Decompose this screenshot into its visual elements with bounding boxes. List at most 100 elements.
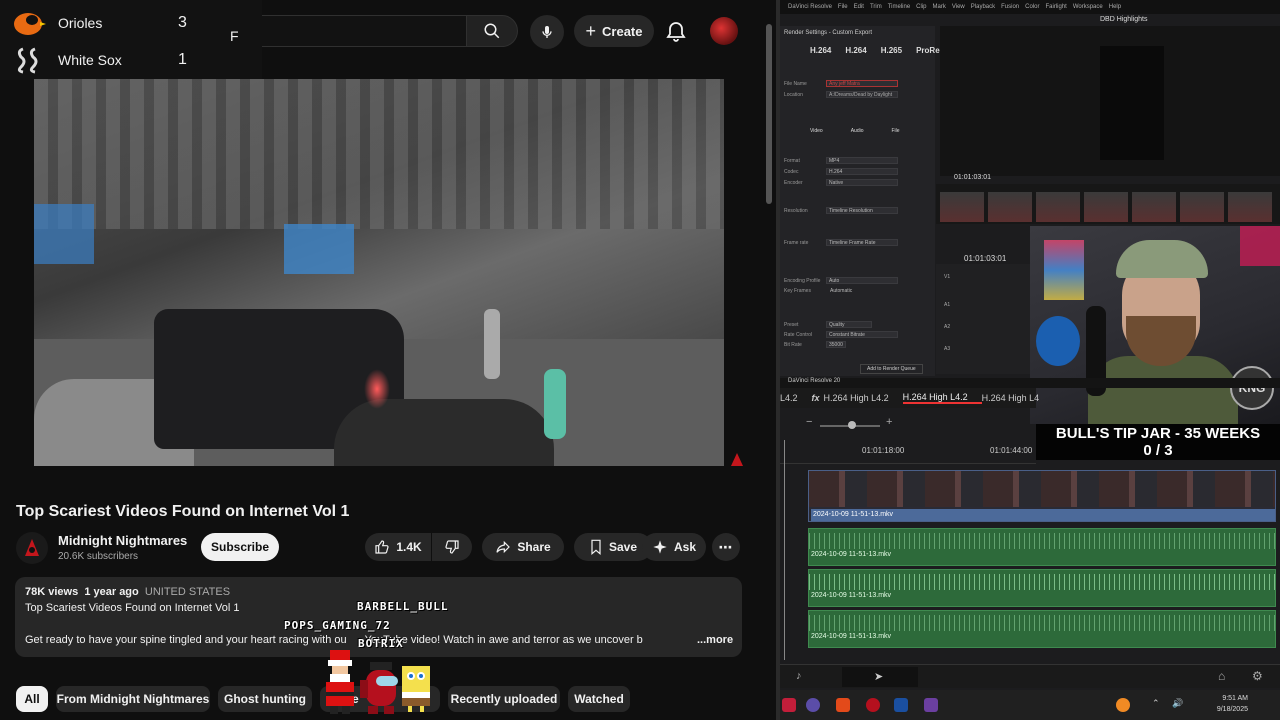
encoder-field[interactable]: Native bbox=[826, 179, 898, 186]
notification-icon[interactable] bbox=[1116, 698, 1130, 712]
menu-item[interactable]: Clip bbox=[916, 4, 926, 10]
chip-watched[interactable]: Watched bbox=[568, 686, 630, 712]
clip-thumbnail[interactable] bbox=[1180, 192, 1224, 222]
account-avatar[interactable] bbox=[710, 17, 738, 45]
video-frame-blue-panel bbox=[34, 204, 94, 264]
codec-field[interactable]: H.264 bbox=[826, 168, 898, 175]
format-field[interactable]: MP4 bbox=[826, 157, 898, 164]
show-more-link[interactable]: ...more bbox=[695, 634, 734, 646]
zoom-in-icon[interactable]: + bbox=[886, 416, 892, 428]
settings-gear-icon[interactable]: ⚙ bbox=[1252, 669, 1263, 683]
more-actions-button[interactable]: ⋯ bbox=[712, 533, 740, 561]
codec-label-selected[interactable]: H.264 High L4.2 bbox=[902, 392, 982, 404]
search-input[interactable] bbox=[250, 15, 466, 47]
audio-clip[interactable]: 2024-10-09 11-51-13.mkv bbox=[808, 610, 1276, 648]
preset-tab[interactable]: H.264 bbox=[845, 46, 866, 70]
save-button[interactable]: Save bbox=[574, 533, 652, 561]
like-button[interactable]: 1.4K bbox=[365, 533, 431, 561]
rate-control-field[interactable]: Constant Bitrate bbox=[826, 331, 898, 338]
thumbs-up-icon bbox=[375, 540, 389, 554]
preview-viewer[interactable]: 01:01:03:01 bbox=[940, 26, 1280, 181]
page-scrollbar[interactable] bbox=[766, 24, 772, 204]
app-icon[interactable] bbox=[782, 698, 796, 712]
santa-sprite-icon bbox=[326, 650, 354, 714]
chip-all[interactable]: All bbox=[16, 686, 48, 712]
key-frames-value[interactable]: Automatic bbox=[830, 288, 852, 294]
render-tab[interactable]: File bbox=[892, 128, 900, 152]
frame-rate-field[interactable]: Timeline Frame Rate bbox=[826, 239, 898, 246]
clip-thumbnail[interactable] bbox=[1228, 192, 1272, 222]
menu-item[interactable]: File bbox=[838, 4, 848, 10]
app-icon[interactable] bbox=[806, 698, 820, 712]
menu-item[interactable]: Playback bbox=[971, 4, 995, 10]
zoom-out-icon[interactable]: − bbox=[806, 416, 812, 428]
scoreboard: Orioles 3 White Sox 1 F bbox=[0, 0, 262, 80]
render-tab[interactable]: Audio bbox=[851, 128, 864, 152]
ask-button[interactable]: Ask bbox=[642, 533, 706, 561]
home-icon[interactable]: ⌂ bbox=[1218, 669, 1225, 683]
preset-tab[interactable]: ProRe bbox=[916, 46, 940, 70]
clock[interactable]: 9:51 AM 9/18/2025 bbox=[1208, 693, 1248, 715]
channel-watermark-icon[interactable] bbox=[728, 450, 746, 468]
render-tab[interactable]: Video bbox=[810, 128, 823, 152]
video-player[interactable] bbox=[34, 79, 724, 466]
preset-tab[interactable]: H.264 bbox=[810, 46, 831, 70]
menu-item[interactable]: DaVinci Resolve bbox=[788, 4, 832, 10]
timeline-ruler[interactable]: 01:01:18:00 01:01:44:00 bbox=[780, 440, 1036, 464]
zoom-slider-knob[interactable] bbox=[848, 421, 856, 429]
channel-name[interactable]: Midnight Nightmares bbox=[58, 533, 187, 548]
video-frame-wall bbox=[34, 79, 724, 229]
app-icon[interactable] bbox=[836, 698, 850, 712]
notifications-bell-icon[interactable] bbox=[664, 20, 688, 44]
menu-item[interactable]: Workspace bbox=[1073, 4, 1103, 10]
app-icon[interactable] bbox=[924, 698, 938, 712]
clip-thumbnail[interactable] bbox=[988, 192, 1032, 222]
menu-item[interactable]: Fairlight bbox=[1045, 4, 1066, 10]
dislike-button[interactable] bbox=[432, 533, 472, 561]
audio-clip[interactable]: 2024-10-09 11-51-13.mkv bbox=[808, 528, 1276, 566]
search-button[interactable] bbox=[466, 15, 518, 47]
viewer-name-label: POPS_GAMING_72 bbox=[284, 619, 391, 632]
preset-tab[interactable]: H.265 bbox=[881, 46, 902, 70]
menu-item[interactable]: Timeline bbox=[888, 4, 910, 10]
bit-rate-field[interactable]: 35000 bbox=[826, 341, 846, 348]
bookmark-icon bbox=[591, 539, 601, 555]
speaker-icon[interactable]: 🔊 bbox=[1172, 698, 1183, 709]
sparkle-icon bbox=[653, 540, 667, 554]
filename-field[interactable]: Any jeff Matra bbox=[826, 80, 898, 87]
channel-avatar[interactable] bbox=[16, 532, 48, 564]
menu-item[interactable]: Edit bbox=[854, 4, 864, 10]
voice-search-button[interactable] bbox=[530, 15, 564, 49]
deliver-page-tab[interactable]: ➤ bbox=[842, 667, 918, 687]
music-note-icon[interactable]: ♪ bbox=[796, 670, 802, 682]
clip-thumbnail[interactable] bbox=[1132, 192, 1176, 222]
clip-thumbnail[interactable] bbox=[1084, 192, 1128, 222]
description-text: YouTube video! Watch in awe and terror a… bbox=[364, 634, 643, 646]
audio-waveform bbox=[809, 574, 1275, 590]
chip-from-channel[interactable]: From Midnight Nightmares bbox=[56, 686, 210, 712]
clip-thumbnail[interactable] bbox=[940, 192, 984, 222]
app-icon[interactable] bbox=[894, 698, 908, 712]
encoding-profile-field[interactable]: Auto bbox=[826, 277, 898, 284]
clip-thumbnail[interactable] bbox=[1036, 192, 1080, 222]
add-to-render-queue-button[interactable]: Add to Render Queue bbox=[860, 364, 923, 374]
audio-clip[interactable]: 2024-10-09 11-51-13.mkv bbox=[808, 569, 1276, 607]
chip-ghost-hunting[interactable]: Ghost hunting bbox=[218, 686, 312, 712]
menu-item[interactable]: View bbox=[952, 4, 965, 10]
menu-item[interactable]: Trim bbox=[870, 4, 882, 10]
chip-recently-uploaded[interactable]: Recently uploaded bbox=[448, 686, 560, 712]
playhead[interactable] bbox=[784, 440, 785, 660]
app-icon[interactable] bbox=[866, 698, 880, 712]
menu-item[interactable]: Mark bbox=[933, 4, 946, 10]
menu-item[interactable]: Help bbox=[1109, 4, 1121, 10]
preset-field[interactable]: Quality bbox=[826, 321, 872, 328]
video-clip[interactable]: 2024-10-09 11-51-13.mkv bbox=[808, 470, 1276, 522]
location-field[interactable]: A:/Dreams/Dead by Daylight bbox=[826, 91, 898, 98]
menu-item[interactable]: Fusion bbox=[1001, 4, 1019, 10]
resolution-field[interactable]: Timeline Resolution bbox=[826, 207, 898, 214]
create-button[interactable]: + Create bbox=[574, 15, 654, 47]
share-button[interactable]: Share bbox=[482, 533, 564, 561]
subscribe-button[interactable]: Subscribe bbox=[201, 533, 279, 561]
menu-item[interactable]: Color bbox=[1025, 4, 1039, 10]
tray-chevron-icon[interactable]: ⌃ bbox=[1152, 698, 1160, 709]
